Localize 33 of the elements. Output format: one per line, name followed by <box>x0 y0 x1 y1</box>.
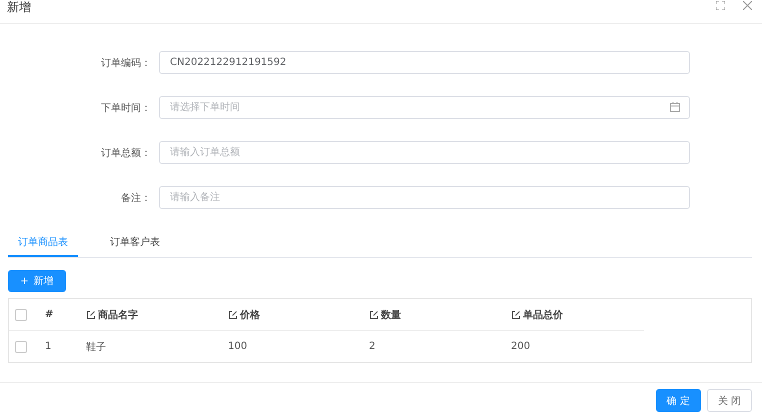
tab[interactable]: 订单客户表 <box>100 233 170 257</box>
column-header: 数量 <box>381 308 401 322</box>
edit-icon <box>228 310 238 320</box>
close-button[interactable]: 关 闭 <box>706 389 752 412</box>
field-label: 订单总额： <box>100 146 151 160</box>
table-cell-text: 1 <box>45 341 52 352</box>
date-field[interactable]: 请选择下单时间 <box>159 96 690 119</box>
input-field[interactable]: 请输入订单总额 <box>159 141 690 164</box>
checkbox[interactable] <box>15 340 27 352</box>
column-header: 价格 <box>240 308 260 322</box>
field-label: 备注： <box>120 192 151 204</box>
column-header: 商品名字 <box>98 308 138 322</box>
table-cell-text: 2 <box>369 341 376 352</box>
tab[interactable]: 订单商品表 <box>8 233 78 257</box>
confirm-button[interactable]: 确 定 <box>656 389 701 412</box>
input-field[interactable]: 请输入备注 <box>159 186 690 209</box>
add-button[interactable]: + 新增 <box>8 270 66 292</box>
field-label: 订单编码： <box>100 56 151 70</box>
fullscreen-icon[interactable] <box>716 1 725 10</box>
table-cell-text: 鞋子 <box>86 340 107 354</box>
field-label: 下单时间： <box>100 102 151 114</box>
edit-icon <box>511 310 521 320</box>
dialog-title: 新增 <box>7 1 32 14</box>
edit-icon <box>86 310 96 320</box>
table-cell-text: 100 <box>228 341 248 352</box>
column-header: 单品总价 <box>523 308 563 322</box>
checkbox[interactable] <box>15 308 27 320</box>
calendar-icon <box>670 102 680 112</box>
close-icon[interactable] <box>743 1 752 10</box>
edit-icon <box>369 310 379 320</box>
table-cell-text: 200 <box>511 341 532 352</box>
column-header: # <box>45 309 54 320</box>
input-field[interactable]: CN2022122912191592 <box>159 51 690 74</box>
